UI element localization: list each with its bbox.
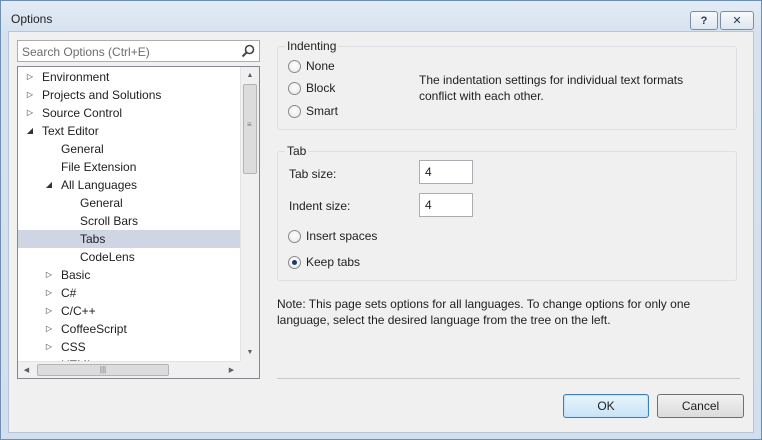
indenting-smart-radio[interactable]: Smart [288,104,338,118]
indent-size-label: Indent size: [289,199,351,213]
collapsed-arrow-icon[interactable]: ▷ [44,320,54,338]
radio-icon [288,59,301,73]
collapsed-arrow-icon[interactable]: ▷ [44,302,54,320]
dialog-body: Search Options (Ctrl+E) ▷ Environment ▷ Pro… [8,31,754,433]
tree-item-label: General [80,196,123,210]
collapsed-arrow-icon[interactable]: ▷ [44,284,54,302]
radio-label: Insert spaces [306,229,378,243]
tree-vertical-scrollbar[interactable]: ▲ ≡ ▼ [240,67,259,361]
tree-item[interactable]: ▷ CoffeeScript [18,320,240,338]
vertical-scroll-thumb[interactable]: ≡ [243,84,257,174]
indenting-group: Indenting None Block Smart The indentati… [277,39,737,130]
search-placeholder: Search Options (Ctrl+E) [22,45,150,59]
tree-item[interactable]: File Extension [18,158,240,176]
tree-item[interactable]: ▷ Projects and Solutions [18,86,240,104]
tree-item[interactable]: ◢ Text Editor [18,122,240,140]
help-button[interactable]: ? [690,11,718,30]
tree-item-label: File Extension [61,160,137,174]
radio-icon [288,229,301,243]
search-icon[interactable] [240,43,256,59]
tree-item-label: All Languages [61,178,138,192]
indenting-none-radio[interactable]: None [288,59,335,73]
collapsed-arrow-icon[interactable]: ▷ [25,104,35,122]
scroll-grip-icon: ≡ [247,120,252,129]
tree-item-label: Scroll Bars [80,214,139,228]
indenting-block-radio[interactable]: Block [288,81,335,95]
ok-button-label: OK [597,399,615,413]
scrollbar-corner [240,361,259,378]
tree-item-label: General [61,142,104,156]
tree-item-label: Basic [61,268,91,282]
tab-group: Tab Tab size: 4 Indent size: 4 Insert sp… [277,144,737,281]
radio-icon [288,104,301,118]
radio-label: Keep tabs [306,255,361,269]
tab-size-label: Tab size: [289,167,337,181]
ok-button[interactable]: OK [563,394,649,418]
tree-item[interactable]: ▷ Source Control [18,104,240,122]
keep-tabs-radio[interactable]: Keep tabs [288,255,360,269]
help-icon: ? [700,14,708,27]
scroll-down-icon[interactable]: ▼ [241,344,259,361]
dialog-title: Options [11,12,53,26]
scroll-up-icon[interactable]: ▲ [241,67,259,84]
tree-item[interactable]: Tabs [18,230,240,248]
close-button[interactable]: ✕ [720,11,754,30]
radio-label: None [306,59,335,73]
scroll-right-icon[interactable]: ▶ [223,362,240,378]
tree-item[interactable]: ▷ C/C++ [18,302,240,320]
indenting-group-title: Indenting [285,39,339,53]
tree-item-label: C/C++ [61,304,96,318]
tree-item-label: CSS [61,340,86,354]
expanded-arrow-icon[interactable]: ◢ [44,176,54,194]
tree-item-label: Projects and Solutions [42,88,162,102]
tree-item-label: Source Control [42,106,123,120]
tree-item-label: CodeLens [80,250,135,264]
scroll-grip-icon: ||| [99,365,107,374]
tree-item-label: Text Editor [42,124,99,138]
horizontal-scroll-thumb[interactable]: ||| [37,364,169,376]
expanded-arrow-icon[interactable]: ◢ [25,122,35,140]
tab-size-value: 4 [425,165,432,179]
tree-item[interactable]: ▷ Basic [18,266,240,284]
tab-size-input[interactable]: 4 [419,160,473,184]
tree-item-label: Tabs [80,232,106,246]
search-input[interactable]: Search Options (Ctrl+E) [17,40,260,62]
collapsed-arrow-icon[interactable]: ▷ [44,338,54,356]
indent-size-input[interactable]: 4 [419,193,473,217]
cancel-button[interactable]: Cancel [657,394,744,418]
options-dialog: Options ? ✕ Search Options (Ctrl+E) ▷ Env… [0,0,762,440]
close-icon: ✕ [732,15,742,27]
tree-item-label: CoffeeScript [61,322,127,336]
tree-item[interactable]: Scroll Bars [18,212,240,230]
collapsed-arrow-icon[interactable]: ▷ [44,266,54,284]
collapsed-arrow-icon[interactable]: ▷ [25,86,35,104]
indent-size-value: 4 [425,198,432,212]
tree-item-label: C# [61,286,77,300]
footer-separator [277,378,740,379]
tree-item[interactable]: General [18,194,240,212]
tree-item[interactable]: ▷ Environment [18,68,240,86]
tree-item[interactable]: General [18,140,240,158]
note-text: Note: This page sets options for all lan… [277,297,691,327]
tree-item-label: Environment [42,70,110,84]
tree-items: ▷ Environment ▷ Projects and Solutions ▷ Sour… [18,68,240,374]
tree-item[interactable]: ◢ All Languages [18,176,240,194]
radio-label: Smart [306,104,339,118]
tree-item[interactable]: ▷ CSS [18,338,240,356]
radio-icon [288,81,301,95]
radio-label: Block [306,81,336,95]
options-tree[interactable]: ▷ Environment ▷ Projects and Solutions ▷ Sour… [17,66,260,379]
tree-horizontal-scrollbar[interactable]: ◀ ||| ▶ [18,361,240,378]
tree-item[interactable]: CodeLens [18,248,240,266]
tree-item[interactable]: ▷ C# [18,284,240,302]
scroll-left-icon[interactable]: ◀ [18,362,35,378]
insert-spaces-radio[interactable]: Insert spaces [288,229,377,243]
cancel-button-label: Cancel [681,399,720,413]
tab-group-title: Tab [285,144,309,158]
radio-icon [288,255,301,269]
collapsed-arrow-icon[interactable]: ▷ [25,68,35,86]
indenting-conflict-message: The indentation settings for individual … [419,73,684,103]
